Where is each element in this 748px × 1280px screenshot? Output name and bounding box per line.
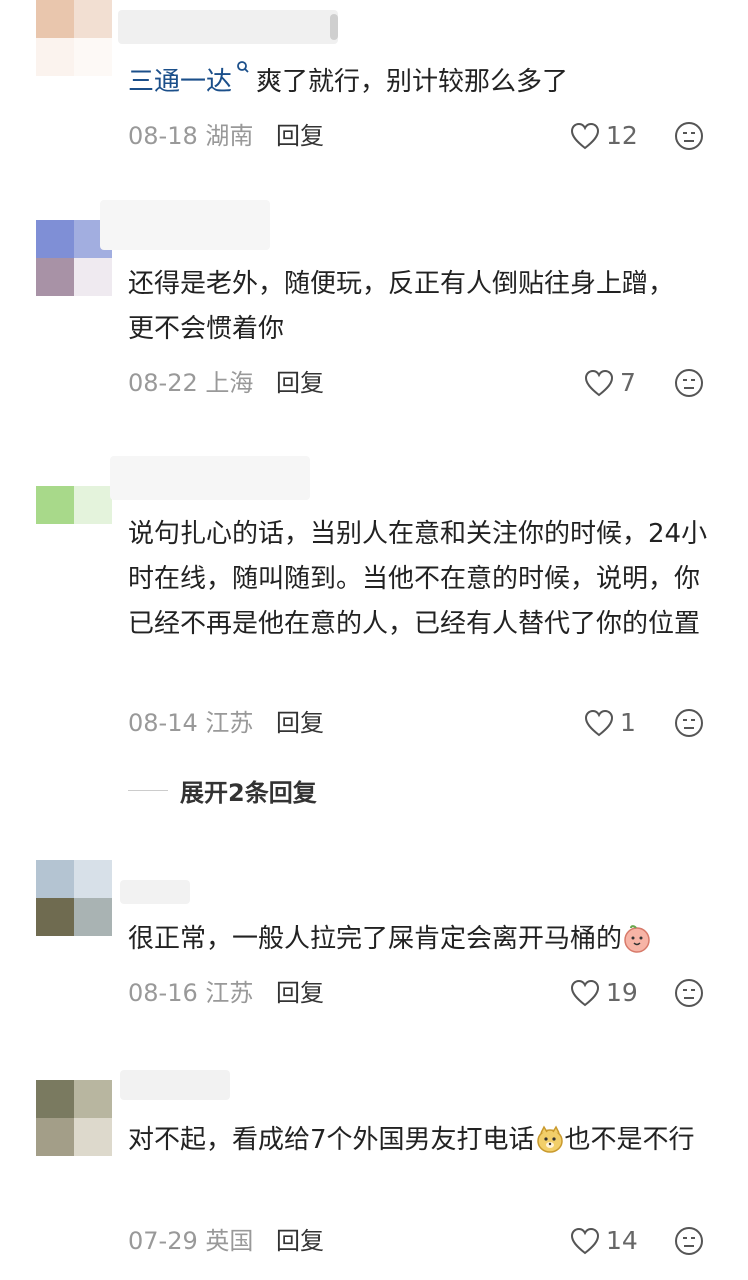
comment-date: 08-14	[128, 709, 198, 737]
blurred-nickname	[118, 10, 338, 44]
like-button[interactable]: 12	[570, 121, 638, 151]
heart-outline-icon	[570, 979, 600, 1007]
comment-meta: 08-14 江苏	[128, 708, 253, 738]
comment-meta: 08-18 湖南	[128, 121, 253, 151]
comment-item: 很正常，一般人拉完了屎肯定会离开马桶的 08-16 江苏 回复 19	[0, 850, 748, 1020]
neutral-face-icon[interactable]	[674, 708, 704, 738]
comment-date: 08-18	[128, 122, 198, 150]
comment-meta: 08-22 上海	[128, 368, 253, 398]
reply-button[interactable]: 回复	[276, 708, 324, 738]
comment-item: 还得是老外，随便玩，反正有人倒贴往身上蹭，更不会惯着你 08-22 上海 回复 …	[0, 190, 748, 410]
like-count: 7	[620, 368, 636, 397]
comment-meta: 07-29 英国	[128, 1226, 253, 1256]
comment-date: 07-29	[128, 1227, 198, 1255]
like-count: 19	[606, 978, 638, 1007]
comment-text: 很正常，一般人拉完了屎肯定会离开马桶的	[128, 917, 718, 962]
like-button[interactable]: 7	[584, 368, 636, 398]
comment-meta: 08-16 江苏	[128, 978, 253, 1008]
comment-date: 08-22	[128, 369, 198, 397]
blurred-nickname	[120, 880, 190, 904]
reply-button[interactable]: 回复	[276, 121, 324, 151]
comment-text: 还得是老外，随便玩，反正有人倒贴往身上蹭，更不会惯着你	[128, 269, 675, 344]
comment-location: 江苏	[205, 709, 254, 737]
like-button[interactable]: 14	[570, 1226, 638, 1256]
blurred-nickname	[120, 1070, 230, 1100]
comment-location: 江苏	[205, 979, 254, 1007]
like-count: 14	[606, 1226, 638, 1255]
comment-text: 三通一达 爽了就行，别计较那么多了	[128, 60, 718, 105]
expand-replies-button[interactable]: 展开2条回复	[128, 775, 317, 807]
avatar[interactable]	[36, 1080, 112, 1162]
comment-location: 上海	[205, 369, 254, 397]
comment-text: 对不起，看成给7个外国男友打电话 也不是不行	[128, 1118, 713, 1163]
comment-date: 08-16	[128, 979, 198, 1007]
comment-body-tail: 也不是不行	[564, 1125, 695, 1155]
neutral-face-icon[interactable]	[674, 1226, 704, 1256]
blurred-nickname	[110, 456, 310, 500]
comment-item: 说句扎心的话，当别人在意和关注你的时候，24小时在线，随叫随到。当他不在意的时候…	[0, 450, 748, 750]
search-badge-icon	[237, 61, 249, 73]
like-count: 1	[620, 708, 636, 737]
blurred-nickname	[100, 200, 270, 250]
reply-button[interactable]: 回复	[276, 1226, 324, 1256]
heart-outline-icon	[584, 709, 614, 737]
like-count: 12	[606, 121, 638, 150]
blurred-nickname-tail	[330, 14, 338, 40]
expand-replies-label: 展开2条回复	[180, 778, 317, 807]
comment-body: 爽了就行，别计较那么多了	[256, 67, 569, 97]
avatar[interactable]	[36, 0, 112, 76]
heart-outline-icon	[570, 1227, 600, 1255]
comment-body: 对不起，看成给7个外国男友打电话	[128, 1125, 535, 1155]
mentioned-username[interactable]: 三通一达	[128, 67, 232, 97]
avatar[interactable]	[36, 860, 112, 936]
heart-outline-icon	[570, 122, 600, 150]
doge-emoji	[536, 1125, 563, 1153]
comment-item: 对不起，看成给7个外国男友打电话 也不是不行 07-29 英国 回复 14	[0, 1050, 748, 1280]
avatar[interactable]	[36, 486, 112, 526]
divider	[128, 789, 168, 791]
neutral-face-icon[interactable]	[674, 121, 704, 151]
reply-button[interactable]: 回复	[276, 368, 324, 398]
like-button[interactable]: 1	[584, 708, 636, 738]
comment-location: 英国	[205, 1227, 254, 1255]
comment-item: 三通一达 爽了就行，别计较那么多了 08-18 湖南 回复 12	[0, 0, 748, 170]
heart-outline-icon	[584, 369, 614, 397]
like-button[interactable]: 19	[570, 978, 638, 1008]
reply-button[interactable]: 回复	[276, 978, 324, 1008]
neutral-face-icon[interactable]	[674, 368, 704, 398]
comment-location: 湖南	[205, 122, 254, 150]
comment-text: 说句扎心的话，当别人在意和关注你的时候，24小时在线，随叫随到。当他不在意的时候…	[128, 519, 708, 639]
peach-emoji	[624, 925, 650, 953]
neutral-face-icon[interactable]	[674, 978, 704, 1008]
comment-body: 很正常，一般人拉完了屎肯定会离开马桶的	[128, 924, 623, 954]
